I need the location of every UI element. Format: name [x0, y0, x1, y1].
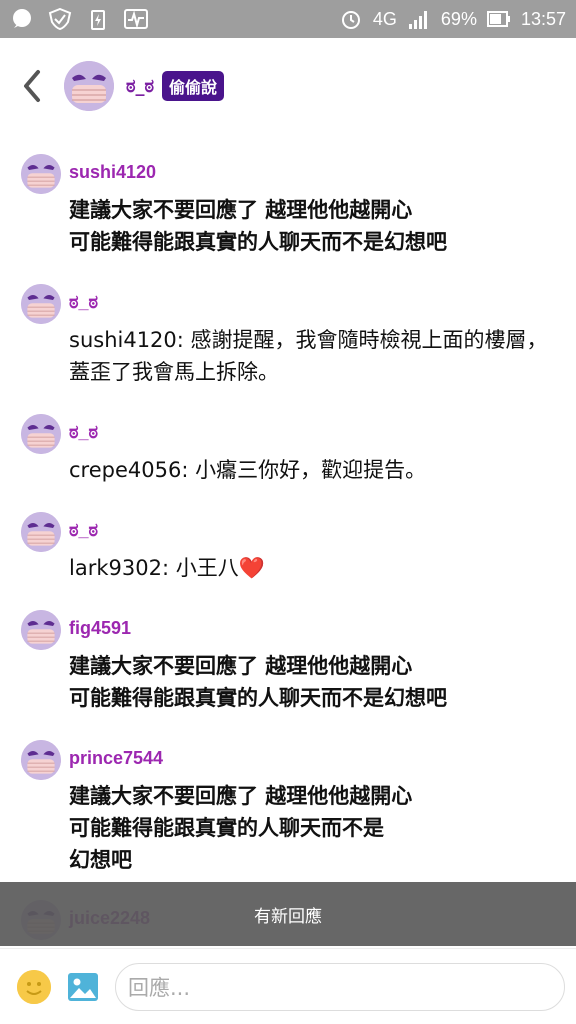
masked-face-icon: [21, 740, 61, 780]
masked-face-icon: [21, 512, 61, 552]
username[interactable]: ಠ_ಠ: [69, 508, 576, 552]
network-type: 4G: [372, 8, 397, 29]
alarm-icon: [341, 11, 360, 29]
reply-placeholder: 回應...: [128, 975, 191, 1000]
avatar[interactable]: [21, 512, 61, 552]
username[interactable]: prince7544: [69, 736, 576, 780]
masked-face-icon: [21, 414, 61, 454]
battery-icon: [486, 11, 510, 27]
masked-face-icon: [64, 61, 114, 111]
list-item: ಠ_ಠ crepe4056: 小癟三你好，歡迎提告。: [0, 410, 576, 508]
list-item: ಠ_ಠ lark9302: 小王八❤️: [0, 508, 576, 606]
masked-face-icon: [21, 284, 61, 324]
list-item: prince7544 建議大家不要回應了 越理他他越開心 可能難得能跟真實的人聊…: [0, 736, 576, 896]
list-item: sushi4120 建議大家不要回應了 越理他他越開心 可能難得能跟真實的人聊天…: [0, 150, 576, 280]
new-replies-banner[interactable]: 有新回應: [0, 882, 576, 946]
battery-saver-icon: [91, 10, 105, 30]
smiley-icon: [17, 969, 51, 1004]
battery-percent: 69%: [440, 8, 477, 29]
clock: 13:57: [520, 8, 566, 29]
status-bar: 4G 69% 13:57: [0, 0, 576, 38]
message-text: 建議大家不要回應了 越理他他越開心 可能難得能跟真實的人聊天而不是幻想吧: [69, 198, 447, 254]
shield-icon: [48, 8, 72, 30]
thread-header: ಠ_ಠ 偷偷說: [0, 38, 576, 134]
chat-bubble-icon: [13, 9, 31, 28]
username[interactable]: ಠ_ಠ: [69, 280, 576, 324]
avatar[interactable]: [21, 414, 61, 454]
username[interactable]: sushi4120: [69, 150, 576, 194]
message-text: 建議大家不要回應了 越理他他越開心 可能難得能跟真實的人聊天而不是幻想吧: [69, 654, 447, 710]
message-text: lark9302: 小王八❤️: [69, 552, 576, 584]
message-text: sushi4120: 感謝提醒，我會隨時檢視上面的樓層，蓋歪了我會馬上拆除。: [69, 328, 548, 384]
avatar[interactable]: [21, 284, 61, 324]
masked-face-icon: [21, 154, 61, 194]
author-avatar[interactable]: [64, 61, 114, 111]
board-tag[interactable]: 偷偷說: [162, 71, 225, 101]
author-name: ಠ_ಠ: [126, 75, 155, 97]
list-item: fig4591 建議大家不要回應了 越理他他越開心 可能難得能跟真實的人聊天而不…: [0, 606, 576, 736]
masked-face-icon: [21, 610, 61, 650]
reply-composer: 回應...: [0, 948, 576, 1024]
message-text-body: lark9302: 小王八: [69, 556, 239, 580]
username[interactable]: fig4591: [69, 606, 576, 650]
list-item: ಠ_ಠ sushi4120: 感謝提醒，我會隨時檢視上面的樓層，蓋歪了我會馬上拆…: [0, 280, 576, 410]
message-text: 建議大家不要回應了 越理他他越開心 可能難得能跟真實的人聊天而不是 幻想吧: [69, 784, 413, 872]
username[interactable]: ಠ_ಠ: [69, 410, 576, 454]
heart-emoji: ❤️: [238, 556, 265, 580]
reply-input[interactable]: 回應...: [115, 962, 565, 1011]
avatar[interactable]: [21, 610, 61, 650]
new-replies-label: 有新回應: [254, 906, 322, 927]
avatar[interactable]: [21, 740, 61, 780]
signal-icon: [408, 11, 427, 29]
activity-monitor-icon: [124, 9, 148, 29]
message-text: crepe4056: 小癟三你好，歡迎提告。: [69, 458, 427, 482]
avatar[interactable]: [21, 154, 61, 194]
message-list: sushi4120 建議大家不要回應了 越理他他越開心 可能難得能跟真實的人聊天…: [0, 150, 576, 956]
back-arrow-icon[interactable]: [18, 66, 46, 106]
emoji-button[interactable]: [17, 969, 51, 1004]
image-upload-icon[interactable]: [67, 972, 99, 1002]
